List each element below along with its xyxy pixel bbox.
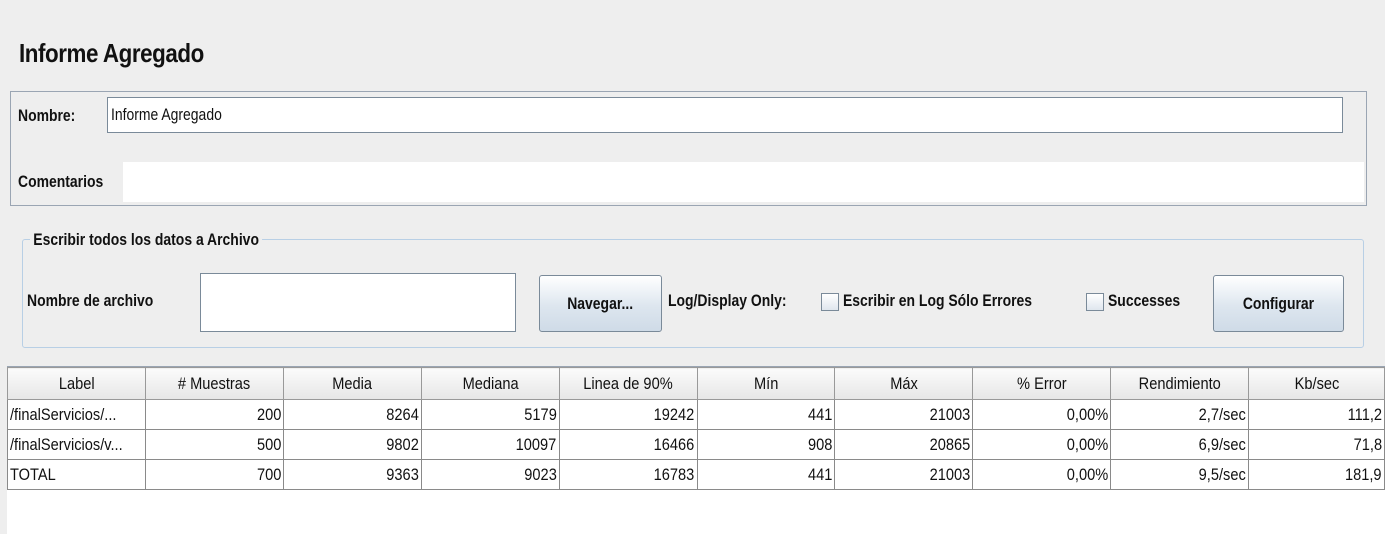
filename-input[interactable] — [200, 273, 516, 332]
column-header-median[interactable]: Mediana — [420, 367, 560, 400]
table-cell: /finalServicios/v... — [7, 429, 146, 460]
log-display-label: Log/Display Only: — [668, 291, 787, 310]
name-label: Nombre: — [18, 106, 76, 125]
errors-only-label: Escribir en Log Sólo Errores — [843, 291, 1033, 310]
table-cell: 9802 — [282, 429, 422, 460]
column-header-kb-sec[interactable]: Kb/sec — [1248, 367, 1385, 400]
table-cell: 111,2 — [1248, 399, 1385, 430]
column-header-throughput[interactable]: Rendimiento — [1110, 367, 1250, 400]
table-cell: /finalServicios/... — [7, 399, 146, 430]
aggregate-results-table: Label # Muestras Media Mediana Linea de … — [7, 366, 1385, 534]
table-cell: 71,8 — [1248, 429, 1385, 460]
table-cell: 5179 — [420, 399, 560, 430]
table-cell: 181,9 — [1248, 459, 1385, 490]
table-cell: 441 — [696, 399, 836, 430]
table-row[interactable]: /finalServicios/... 200 8264 5179 19242 … — [7, 399, 1385, 430]
table-cell: 441 — [696, 459, 836, 490]
write-to-file-legend: Escribir todos los datos a Archivo — [30, 230, 263, 250]
table-row[interactable]: /finalServicios/v... 500 9802 10097 1646… — [7, 429, 1385, 460]
table-cell: 16466 — [558, 429, 698, 460]
column-header-max[interactable]: Máx — [834, 367, 974, 400]
panel-title: Informe Agregado — [19, 38, 204, 68]
column-header-error[interactable]: % Error — [972, 367, 1112, 400]
column-header-90-line[interactable]: Linea de 90% — [558, 367, 698, 400]
column-header-min[interactable]: Mín — [696, 367, 836, 400]
table-cell: 20865 — [834, 429, 974, 460]
table-cell: 19242 — [558, 399, 698, 430]
name-input[interactable]: Informe Agregado — [107, 97, 1343, 133]
table-cell: 0,00% — [972, 429, 1112, 460]
column-header-samples[interactable]: # Muestras — [144, 367, 284, 400]
table-cell: 500 — [144, 429, 284, 460]
table-cell: 9,5/sec — [1110, 459, 1250, 490]
table-cell: 21003 — [834, 399, 974, 430]
comments-input[interactable] — [123, 162, 1364, 202]
table-cell: TOTAL — [7, 459, 146, 490]
errors-only-checkbox[interactable] — [821, 293, 839, 311]
name-comments-box: Nombre: Informe Agregado Comentarios — [10, 91, 1367, 206]
table-header-row: Label # Muestras Media Mediana Linea de … — [7, 367, 1385, 400]
table-cell: 700 — [144, 459, 284, 490]
column-header-average[interactable]: Media — [282, 367, 422, 400]
comments-label: Comentarios — [18, 172, 104, 191]
browse-button[interactable]: Navegar... — [539, 275, 662, 332]
configure-button[interactable]: Configurar — [1213, 275, 1344, 332]
successes-checkbox[interactable] — [1086, 293, 1104, 311]
table-cell: 10097 — [420, 429, 560, 460]
table-cell: 2,7/sec — [1110, 399, 1250, 430]
table-cell: 21003 — [834, 459, 974, 490]
table-cell: 16783 — [558, 459, 698, 490]
column-header-label[interactable]: Label — [7, 367, 146, 400]
table-cell: 200 — [144, 399, 284, 430]
table-cell: 6,9/sec — [1110, 429, 1250, 460]
filename-label: Nombre de archivo — [27, 291, 154, 310]
table-cell: 908 — [696, 429, 836, 460]
table-row-total[interactable]: TOTAL 700 9363 9023 16783 441 21003 0,00… — [7, 459, 1385, 490]
table-cell: 8264 — [282, 399, 422, 430]
table-cell: 0,00% — [972, 459, 1112, 490]
table-cell: 9023 — [420, 459, 560, 490]
table-cell: 0,00% — [972, 399, 1112, 430]
table-cell: 9363 — [282, 459, 422, 490]
successes-label: Successes — [1108, 291, 1181, 310]
